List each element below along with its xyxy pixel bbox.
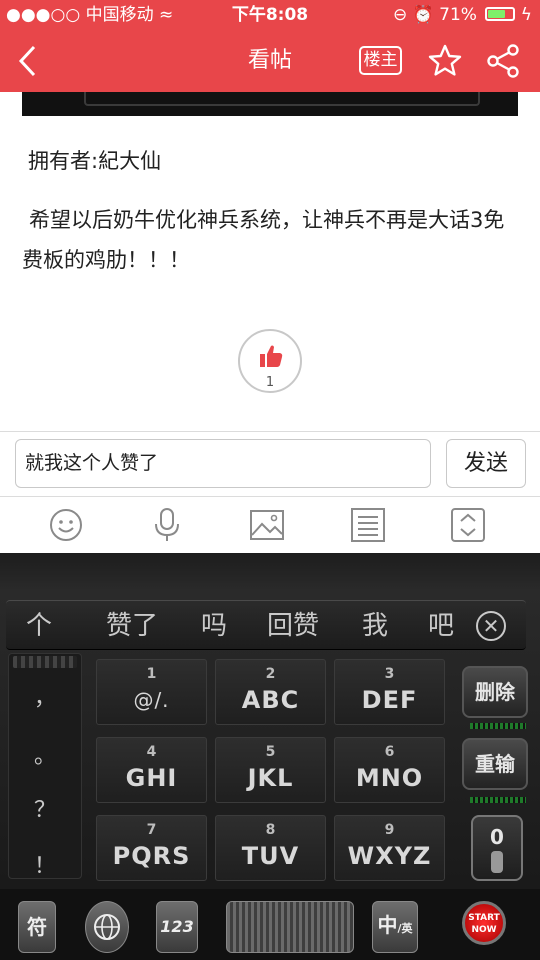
divider: [0, 431, 540, 432]
key-letters: @/.: [133, 688, 170, 712]
lang-cn-label: 中: [377, 913, 398, 937]
emoji-icon[interactable]: [48, 507, 84, 543]
start-now-button[interactable]: START NOW: [462, 901, 506, 945]
image-icon[interactable]: [249, 507, 285, 543]
key-2[interactable]: 2 ABC: [215, 659, 326, 725]
battery-fill: [488, 10, 506, 18]
key-8[interactable]: 8 TUV: [215, 815, 326, 881]
candidate-word[interactable]: 赞了: [106, 601, 158, 651]
key-5[interactable]: 5 JKL: [215, 737, 326, 803]
list-icon[interactable]: [350, 507, 386, 543]
candidate-word[interactable]: 个: [26, 601, 52, 651]
battery-icon: [485, 7, 516, 21]
key-number: 4: [146, 744, 157, 760]
key-letters: WXYZ: [347, 842, 432, 870]
key-number: 9: [384, 822, 395, 838]
battery-percent: 71%: [439, 5, 477, 25]
reinput-button[interactable]: 重输: [462, 738, 528, 790]
gear-stick-icon: [491, 851, 503, 873]
image-frame: [84, 92, 480, 106]
punctuation-key[interactable]: ，: [9, 680, 81, 712]
owner-line: 拥有者:紀大仙: [28, 149, 162, 173]
key-7[interactable]: 7 PQRS: [96, 815, 207, 881]
key-number: 7: [146, 822, 157, 838]
status-right: ⊖ ⏰ 71% ϟ: [393, 0, 532, 30]
zero-label: 0: [490, 825, 504, 849]
key-1[interactable]: 1 @/.: [96, 659, 207, 725]
key-letters: DEF: [361, 686, 418, 714]
key-letters: PQRS: [112, 842, 191, 870]
key-3[interactable]: 3 DEF: [334, 659, 445, 725]
punctuation-column: ， 。 ？ ！: [8, 653, 82, 879]
keyboard-top-panel: [0, 553, 540, 591]
language-key[interactable]: 中/英: [372, 901, 418, 953]
key-4[interactable]: 4 GHI: [96, 737, 207, 803]
globe-icon: [94, 914, 120, 940]
key-number: 8: [265, 822, 276, 838]
key-letters: JKL: [247, 764, 294, 792]
key-letters: TUV: [241, 842, 300, 870]
led-meter: [470, 797, 526, 803]
star-icon[interactable]: [428, 44, 462, 78]
key-6[interactable]: 6 MNO: [334, 737, 445, 803]
keyboard: 个 赞了 吗 回赞 我 吧 ✕ ， 。 ？ ！ 1 @/. 2 ABC 3 DE…: [0, 553, 540, 960]
input-toolbar: [0, 497, 540, 553]
expand-icon[interactable]: [450, 507, 486, 543]
candidate-word[interactable]: 吗: [201, 601, 227, 651]
globe-key[interactable]: [85, 901, 129, 953]
status-bar: ●●●○○ 中国移动 ≈ 下午8:08 ⊖ ⏰ 71% ϟ: [0, 0, 540, 30]
rotation-lock-icon: ⊖: [392, 5, 408, 25]
post-image-fragment: [22, 92, 518, 116]
send-button[interactable]: 发送: [446, 439, 526, 488]
nav-bar: 看帖 楼主: [0, 30, 540, 92]
owner-only-button[interactable]: 楼主: [359, 46, 402, 75]
candidate-word[interactable]: 我: [362, 601, 388, 651]
punctuation-key[interactable]: ！: [9, 848, 81, 880]
led-meter: [470, 723, 526, 729]
alarm-icon: ⏰: [412, 5, 434, 25]
candidate-bar: 个 赞了 吗 回赞 我 吧 ✕: [6, 600, 526, 650]
like-button[interactable]: 1: [238, 329, 302, 393]
screen: ●●●○○ 中国移动 ≈ 下午8:08 ⊖ ⏰ 71% ϟ 看帖 楼主 拥有者:…: [0, 0, 540, 960]
punctuation-key[interactable]: ？: [9, 792, 81, 824]
symbol-key[interactable]: 符: [18, 901, 56, 953]
key-9[interactable]: 9 WXYZ: [334, 815, 445, 881]
header: ●●●○○ 中国移动 ≈ 下午8:08 ⊖ ⏰ 71% ϟ 看帖 楼主: [0, 0, 540, 92]
key-letters: ABC: [241, 686, 300, 714]
key-number: 5: [265, 744, 276, 760]
microphone-icon[interactable]: [149, 507, 185, 543]
vent-grille: [13, 656, 77, 668]
number-mode-key[interactable]: 123: [156, 901, 198, 953]
comment-input[interactable]: 就我这个人赞了: [15, 439, 431, 488]
key-number: 2: [265, 666, 276, 682]
candidate-word[interactable]: 回赞: [267, 601, 319, 651]
thumbs-up-icon: [260, 345, 283, 367]
delete-button[interactable]: 删除: [462, 666, 528, 718]
key-number: 3: [384, 666, 395, 682]
close-candidates-icon[interactable]: ✕: [476, 611, 506, 641]
like-count: 1: [265, 375, 275, 390]
key-number: 6: [384, 744, 395, 760]
post-body: 希望以后奶牛优化神兵系统，让神兵不再是大话3免费板的鸡肋！！！: [22, 208, 505, 272]
charging-icon: ϟ: [520, 5, 532, 25]
punctuation-key[interactable]: 。: [9, 738, 81, 770]
zero-key[interactable]: 0: [471, 815, 523, 881]
space-key[interactable]: [226, 901, 354, 953]
key-letters: GHI: [125, 764, 178, 792]
key-letters: MNO: [355, 764, 424, 792]
key-number: 1: [146, 666, 157, 682]
candidate-word[interactable]: 吧: [428, 601, 454, 651]
share-icon[interactable]: [486, 43, 520, 79]
lang-en-label: /英: [397, 922, 413, 935]
